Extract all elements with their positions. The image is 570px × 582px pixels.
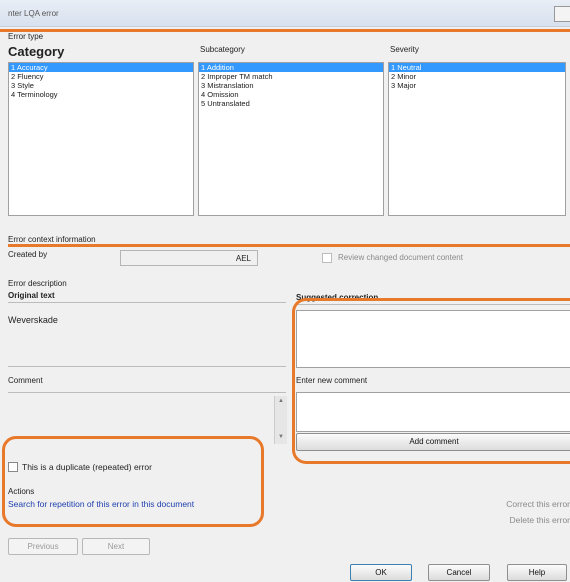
comment-label: Comment [8, 376, 43, 385]
highlight-box-actions [2, 436, 264, 527]
original-text-label: Original text [8, 291, 55, 300]
subcategory-label: Subcategory [200, 45, 245, 54]
search-repetition-link[interactable]: Search for repetition of this error in t… [8, 499, 194, 509]
severity-item[interactable]: 3 Major [389, 81, 565, 90]
duplicate-checkbox[interactable] [8, 462, 18, 472]
correct-error-link[interactable]: Correct this error [506, 499, 570, 509]
title-bar: nter LQA error [0, 0, 570, 27]
severity-item[interactable]: 2 Minor [389, 72, 565, 81]
review-label: Review changed document content [338, 253, 463, 262]
comment-scrollbar[interactable]: ▲ ▼ [274, 396, 287, 444]
subcategory-item[interactable]: 3 Mistranslation [199, 81, 383, 90]
subcategory-item[interactable]: 1 Addition [199, 63, 383, 72]
subcategory-item[interactable]: 5 Untranslated [199, 99, 383, 108]
description-group-label: Error description [8, 279, 67, 288]
created-by-field: AEL [120, 250, 258, 266]
severity-item[interactable]: 1 Neutral [389, 63, 565, 72]
subcategory-item[interactable]: 4 Omission [199, 90, 383, 99]
category-list[interactable]: 1 Accuracy 2 Fluency 3 Style 4 Terminolo… [8, 62, 194, 216]
highlight-box-suggested [292, 298, 570, 464]
divider [8, 302, 286, 303]
highlight-line-top [0, 29, 570, 32]
severity-label: Severity [390, 45, 419, 54]
created-by-value: AEL [235, 254, 251, 263]
actions-label: Actions [8, 487, 35, 496]
context-group-label: Error context information [8, 235, 96, 244]
category-item[interactable]: 1 Accuracy [9, 63, 193, 72]
category-item[interactable]: 4 Terminology [9, 90, 193, 99]
ok-button[interactable]: OK [350, 564, 412, 581]
category-label: Category [8, 44, 65, 59]
subcategory-item[interactable]: 2 Improper TM match [199, 72, 383, 81]
highlight-line-context [8, 244, 570, 247]
scroll-up-icon[interactable]: ▲ [278, 398, 284, 404]
previous-button[interactable]: Previous [8, 538, 78, 555]
severity-list[interactable]: 1 Neutral 2 Minor 3 Major [388, 62, 566, 216]
divider [8, 366, 286, 367]
category-item[interactable]: 3 Style [9, 81, 193, 90]
subcategory-list[interactable]: 1 Addition 2 Improper TM match 3 Mistran… [198, 62, 384, 216]
help-button[interactable]: Help [507, 564, 567, 581]
scroll-down-icon[interactable]: ▼ [278, 434, 284, 440]
delete-error-link[interactable]: Delete this error [510, 515, 570, 525]
divider [8, 392, 286, 393]
close-button[interactable] [554, 6, 570, 22]
original-text-area: Weverskade [8, 306, 286, 364]
created-by-label: Created by [8, 250, 48, 259]
review-checkbox[interactable] [322, 253, 332, 263]
cancel-button[interactable]: Cancel [428, 564, 490, 581]
original-text-value: Weverskade [8, 315, 58, 325]
error-type-label: Error type [8, 32, 44, 41]
duplicate-label: This is a duplicate (repeated) error [22, 462, 152, 472]
category-item[interactable]: 2 Fluency [9, 72, 193, 81]
next-button[interactable]: Next [82, 538, 150, 555]
window-title: nter LQA error [8, 9, 59, 18]
